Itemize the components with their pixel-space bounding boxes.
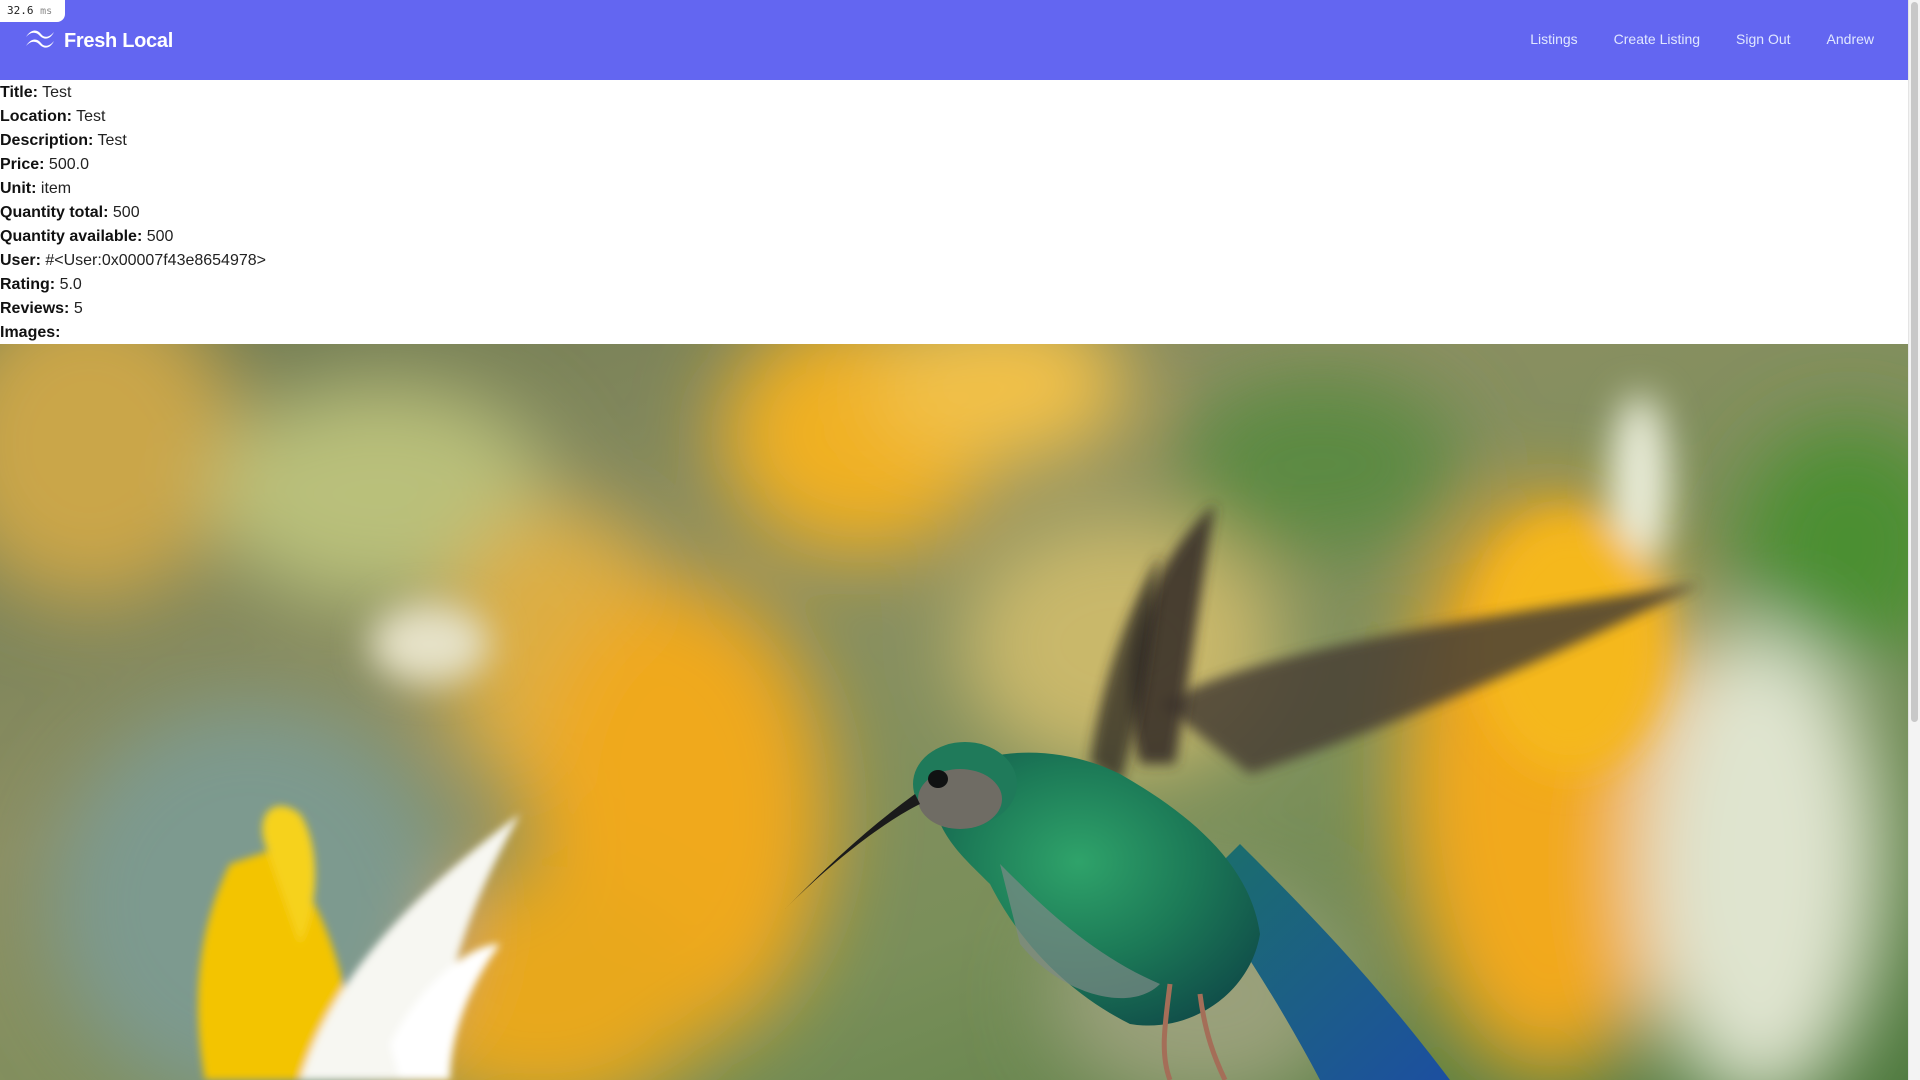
detail-description: Description: Test bbox=[0, 131, 266, 155]
perf-value: 32.6 bbox=[7, 4, 34, 17]
detail-label: Rating: bbox=[0, 276, 56, 293]
detail-location: Location: Test bbox=[0, 107, 266, 131]
detail-quantity-available: Quantity available: 500 bbox=[0, 227, 266, 251]
detail-value: 500 bbox=[112, 204, 140, 221]
nav-create-listing-link[interactable]: Create Listing bbox=[1596, 31, 1718, 47]
nav-sign-out-link[interactable]: Sign Out bbox=[1718, 31, 1808, 47]
detail-reviews: Reviews: 5 bbox=[0, 299, 266, 323]
nav-listings-link[interactable]: Listings bbox=[1512, 31, 1595, 47]
detail-value: 5 bbox=[73, 300, 83, 317]
detail-quantity-total: Quantity total: 500 bbox=[0, 203, 266, 227]
detail-label: Quantity available: bbox=[0, 228, 143, 245]
detail-value: Test bbox=[97, 132, 127, 149]
detail-label: Images: bbox=[0, 324, 61, 341]
listing-details: Title: Test Location: Test Description: … bbox=[0, 83, 266, 347]
detail-price: Price: 500.0 bbox=[0, 155, 266, 179]
detail-label: Description: bbox=[0, 132, 94, 149]
detail-value: 500 bbox=[146, 228, 174, 245]
detail-label: Quantity total: bbox=[0, 204, 109, 221]
detail-value: Test bbox=[42, 84, 72, 101]
detail-value: item bbox=[40, 180, 72, 197]
detail-value: 5.0 bbox=[59, 276, 82, 293]
detail-label: Location: bbox=[0, 108, 72, 125]
detail-user: User: #<User:0x00007f43e8654978> bbox=[0, 251, 266, 275]
nav-user-link[interactable]: Andrew bbox=[1809, 31, 1874, 47]
detail-rating: Rating: 5.0 bbox=[0, 275, 266, 299]
detail-value: Test bbox=[76, 108, 106, 125]
vertical-scrollbar[interactable] bbox=[1908, 0, 1920, 1080]
wave-logo-icon bbox=[24, 28, 56, 55]
brand[interactable]: Fresh Local bbox=[24, 28, 173, 55]
detail-label: Price: bbox=[0, 156, 45, 173]
nav-links: Listings Create Listing Sign Out Andrew bbox=[1512, 31, 1874, 47]
detail-value: #<User:0x00007f43e8654978> bbox=[45, 252, 266, 269]
detail-label: User: bbox=[0, 252, 41, 269]
page: Fresh Local Listings Create Listing Sign… bbox=[0, 0, 1908, 1080]
detail-label: Title: bbox=[0, 84, 38, 101]
perf-unit: ms bbox=[40, 6, 53, 17]
listing-image-hummingbird bbox=[0, 344, 1908, 1080]
detail-title: Title: Test bbox=[0, 83, 266, 107]
top-navbar: Fresh Local Listings Create Listing Sign… bbox=[0, 0, 1908, 80]
detail-label: Reviews: bbox=[0, 300, 70, 317]
detail-value: 500.0 bbox=[48, 156, 89, 173]
detail-label: Unit: bbox=[0, 180, 37, 197]
scrollbar-thumb[interactable] bbox=[1911, 2, 1918, 722]
brand-name: Fresh Local bbox=[64, 30, 173, 52]
performance-badge: 32.6 ms bbox=[0, 0, 65, 22]
detail-unit: Unit: item bbox=[0, 179, 266, 203]
